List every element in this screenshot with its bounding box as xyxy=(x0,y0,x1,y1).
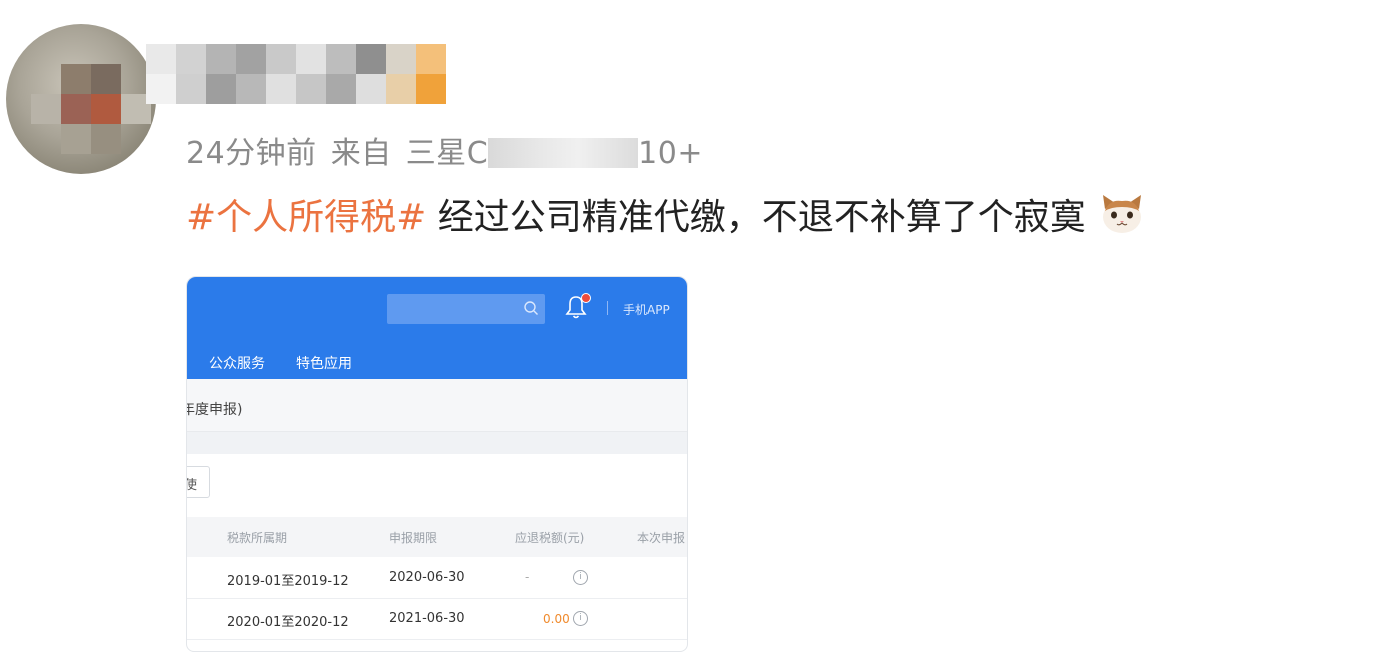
row-amount: 0.00 xyxy=(543,612,570,626)
post-body: 经过公司精准代缴，不退不补算了个寂寞 xyxy=(437,197,1086,238)
device-name-end[interactable]: 10+ xyxy=(638,136,703,171)
page-subtitle: 年度申报) xyxy=(186,402,243,418)
row-deadline: 2021-06-30 xyxy=(389,611,465,626)
table-header: 税款所属期 申报期限 应退税额(元) 本次申报 xyxy=(187,517,687,557)
search-input[interactable] xyxy=(387,294,545,324)
post-meta: 24分钟前 来自 三星C 10+ xyxy=(186,128,703,172)
section-strip xyxy=(187,431,687,454)
filter-button[interactable]: 使 xyxy=(187,466,210,498)
nav-public-services[interactable]: 公众服务 xyxy=(209,353,265,373)
mobile-app-link[interactable]: 手机APP xyxy=(623,301,670,318)
header-divider xyxy=(607,301,608,315)
row-deadline: 2020-06-30 xyxy=(389,570,465,585)
col-deadline: 申报期限 xyxy=(389,531,438,545)
row-period: 2020-01至2020-12 xyxy=(227,615,349,630)
device-name-start-letter: C xyxy=(466,136,489,171)
filter-button-label: 使 xyxy=(187,474,197,493)
user-avatar[interactable] xyxy=(6,24,156,174)
search-icon[interactable] xyxy=(523,300,539,316)
device-name-start[interactable]: 三星 xyxy=(406,136,467,171)
row-period: 2019-01至2019-12 xyxy=(227,574,349,589)
info-icon[interactable]: i xyxy=(573,570,588,585)
username-redacted[interactable] xyxy=(146,44,446,104)
device-model-redacted xyxy=(488,138,639,168)
app-header: 手机APP 公众服务 特色应用 xyxy=(187,277,687,379)
col-period: 税款所属期 xyxy=(227,531,288,545)
cat-face-icon xyxy=(1103,195,1142,233)
row-amount: - xyxy=(525,570,530,584)
post-text: #个人所得税# 经过公司精准代缴，不退不补算了个寂寞 xyxy=(186,188,1145,240)
post-time[interactable]: 24分钟前 xyxy=(186,136,317,171)
notification-badge xyxy=(581,293,591,303)
col-refund-amount: 应退税额(元) xyxy=(515,531,585,545)
nav-featured-apps[interactable]: 特色应用 xyxy=(296,353,352,373)
col-current-filing: 本次申报 xyxy=(637,531,686,545)
hashtag-link[interactable]: #个人所得税# xyxy=(186,197,426,238)
source-prefix: 来自 xyxy=(330,136,392,171)
attached-screenshot[interactable]: 手机APP 公众服务 特色应用 年度申报) 使 税款所属期 申报期限 应退税额(… xyxy=(186,276,688,652)
info-icon[interactable]: i xyxy=(573,611,588,626)
page-subtitle-bar: 年度申报) xyxy=(187,379,687,431)
table-row[interactable]: 2020-01至2020-12 2021-06-30 0.00 i xyxy=(187,599,687,640)
table-row[interactable]: 2019-01至2019-12 2020-06-30 - i xyxy=(187,558,687,599)
